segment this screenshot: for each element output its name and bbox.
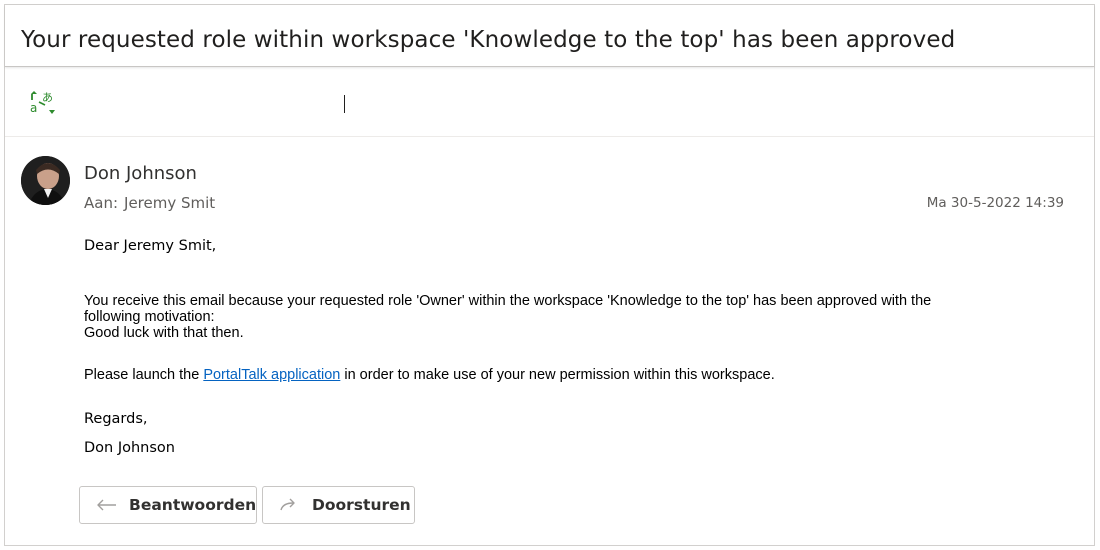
recipient-name[interactable]: Jeremy Smit (124, 194, 215, 212)
launch-text-before: Please launch the (84, 367, 204, 383)
forward-arrow-icon (279, 497, 301, 513)
forward-button-label: Doorsturen (312, 496, 411, 514)
sender-name[interactable]: Don Johnson (84, 163, 197, 184)
reply-button[interactable]: Beantwoorden (79, 486, 257, 524)
launch-text-after: in order to make use of your new permiss… (340, 367, 775, 383)
email-body-paragraph: You receive this email because your requ… (84, 293, 1044, 341)
reply-button-label: Beantwoorden (129, 496, 257, 514)
email-subject: Your requested role within workspace 'Kn… (21, 27, 956, 53)
body-line: following motivation: (84, 309, 215, 325)
sender-avatar[interactable] (21, 156, 70, 205)
forward-button[interactable]: Doorsturen (262, 486, 415, 524)
body-line: Good luck with that then. (84, 325, 244, 341)
svg-text:あ: あ (42, 91, 53, 104)
recipient-line: Aan: Jeremy Smit (84, 194, 215, 212)
email-signature: Don Johnson (84, 440, 175, 456)
email-reading-pane: Your requested role within workspace 'Kn… (4, 4, 1095, 546)
sent-datetime: Ma 30-5-2022 14:39 (926, 195, 1064, 211)
subject-header: Your requested role within workspace 'Kn… (5, 5, 1094, 67)
reply-arrow-icon (96, 497, 118, 513)
text-cursor (344, 95, 345, 113)
portaltalk-link[interactable]: PortalTalk application (203, 367, 340, 383)
email-greeting: Dear Jeremy Smit, (84, 238, 217, 254)
email-regards: Regards, (84, 411, 148, 427)
recipient-label: Aan: (84, 194, 119, 212)
svg-text:a: a (30, 101, 37, 115)
body-line: You receive this email because your requ… (84, 293, 932, 309)
translate-icon[interactable]: a あ (29, 90, 57, 116)
translation-toolbar: a あ (5, 68, 1094, 137)
launch-instruction: Please launch the PortalTalk application… (84, 367, 775, 383)
